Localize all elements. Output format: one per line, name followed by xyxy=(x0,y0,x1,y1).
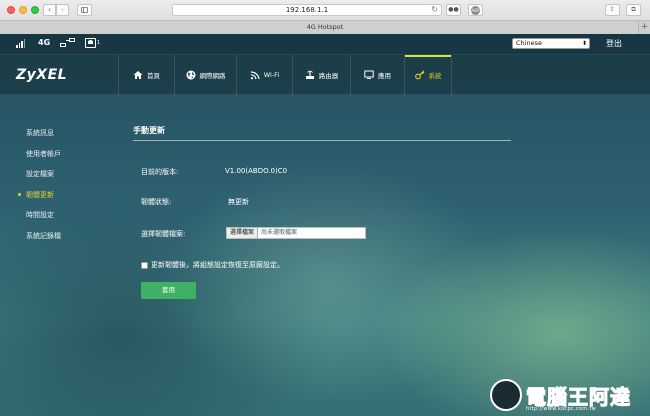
sidebar-item-firmware-update[interactable]: 韌體更新 xyxy=(18,190,61,211)
firmware-status-value: 無更新 xyxy=(228,198,249,206)
restore-defaults-checkbox[interactable] xyxy=(141,261,148,269)
signal-strength-icon xyxy=(16,39,26,48)
tab-title[interactable]: 4G Hotspot xyxy=(307,23,344,31)
browser-chrome: ‹ › 192.168.1.1 ↻ ●● ABP ⇧ ⧉ 4G Hotspot … xyxy=(0,0,650,34)
back-button[interactable]: ‹ xyxy=(43,4,56,16)
brand-logo: ZyXEL xyxy=(16,67,68,83)
menu-label: Wi-Fi xyxy=(263,71,280,79)
menu-label: 首頁 xyxy=(147,72,160,80)
sidebar-item-system-log[interactable]: 系統記錄檔 xyxy=(26,231,61,252)
reload-icon[interactable]: ↻ xyxy=(431,5,438,15)
restore-defaults-label: 更新韌體後，將組態設定恢復至原廠設定。 xyxy=(151,261,284,269)
forward-button[interactable]: › xyxy=(56,4,69,16)
new-tab-button[interactable]: + xyxy=(638,21,650,34)
main-menu: 首頁 網際網路 Wi-Fi 路由器 應用 系統 xyxy=(118,55,452,95)
close-window-button[interactable] xyxy=(7,6,15,14)
select-firmware-label: 選擇韌體檔案: xyxy=(141,230,186,238)
sms-count: 1 xyxy=(97,40,101,46)
sidebar-item-user-account[interactable]: 使用者帳戶 xyxy=(26,149,61,170)
network-type: 4G xyxy=(38,38,51,47)
current-version-label: 目前的版本: xyxy=(141,168,179,176)
share-button[interactable]: ⇧ xyxy=(605,4,620,16)
menu-label: 路由器 xyxy=(318,72,339,80)
share-icon: ⇧ xyxy=(609,6,616,13)
apply-button[interactable]: 套用 xyxy=(141,282,196,299)
chevron-updown-icon: ⬍ xyxy=(581,40,587,47)
zoom-window-button[interactable] xyxy=(31,6,39,14)
status-bar: 4G 1 Chinese ⬍ 登出 xyxy=(0,34,650,54)
language-value: Chinese xyxy=(516,39,542,47)
menu-item-internet[interactable]: 網際網路 xyxy=(174,55,236,95)
menu-item-home[interactable]: 首頁 xyxy=(118,55,174,95)
router-icon xyxy=(305,70,315,80)
home-icon xyxy=(133,70,143,80)
language-select[interactable]: Chinese ⬍ xyxy=(512,38,590,49)
restore-defaults-option[interactable]: 更新韌體後，將組態設定恢復至原廠設定。 xyxy=(141,260,284,270)
site-watermark: 電腦王阿達 http://www.kocpc.com.tw xyxy=(490,379,648,415)
address-bar[interactable]: 192.168.1.1 ↻ xyxy=(172,4,442,16)
section-title: 手動更新 xyxy=(133,126,165,135)
globe-icon xyxy=(186,70,196,80)
url-text: 192.168.1.1 xyxy=(285,6,329,14)
sidebar-item-config-file[interactable]: 設定檔案 xyxy=(26,169,61,190)
sidebar-icon xyxy=(81,7,88,13)
tabs-icon: ⧉ xyxy=(631,6,636,13)
sms-icon[interactable] xyxy=(85,38,96,48)
sidebar-item-time-settings[interactable]: 時間設定 xyxy=(26,210,61,231)
side-nav: 系統訊息 使用者帳戶 設定檔案 韌體更新 時間設定 系統記錄檔 xyxy=(18,128,61,252)
chevron-right-icon: › xyxy=(60,5,65,14)
logout-link[interactable]: 登出 xyxy=(606,38,622,49)
router-page: 4G 1 Chinese ⬍ 登出 ZyXEL 首頁 網際網路 Wi-Fi 路由… xyxy=(0,34,650,416)
main-header: ZyXEL 首頁 網際網路 Wi-Fi 路由器 應用 系統 xyxy=(0,54,650,95)
puzzle-icon: ●● xyxy=(448,6,459,13)
menu-item-wifi[interactable]: Wi-Fi xyxy=(236,55,292,95)
network-icon xyxy=(60,38,76,48)
choose-file-button[interactable]: 選擇檔案 xyxy=(227,228,259,238)
menu-label: 應用 xyxy=(378,72,391,80)
wifi-icon xyxy=(250,70,260,80)
adblock-button[interactable]: ABP xyxy=(468,4,483,16)
chevron-left-icon: ‹ xyxy=(47,5,52,14)
monitor-icon xyxy=(364,70,374,80)
tab-bar: 4G Hotspot + xyxy=(0,20,650,34)
menu-label: 網際網路 xyxy=(199,72,226,80)
menu-item-router[interactable]: 路由器 xyxy=(292,55,350,95)
firmware-file-input[interactable]: 選擇檔案 尚未選取檔案 xyxy=(226,227,366,239)
key-icon xyxy=(414,70,425,80)
menu-item-applications[interactable]: 應用 xyxy=(350,55,404,95)
menu-label: 系統 xyxy=(428,72,442,80)
show-tabs-button[interactable]: ⧉ xyxy=(626,4,641,16)
mascot-logo xyxy=(490,379,522,411)
no-file-text: 尚未選取檔案 xyxy=(261,229,298,236)
section-divider xyxy=(133,140,511,141)
adblock-icon: ABP xyxy=(471,5,480,15)
minimize-window-button[interactable] xyxy=(19,6,27,14)
menu-item-system[interactable]: 系統 xyxy=(404,55,452,95)
sidebar-item-system-info[interactable]: 系統訊息 xyxy=(26,128,61,149)
current-version-value: V1.00(ABDO.0)C0 xyxy=(225,167,288,175)
extension-button[interactable]: ●● xyxy=(446,4,461,16)
sidebar-toggle-button[interactable] xyxy=(77,4,92,16)
watermark-url: http://www.kocpc.com.tw xyxy=(526,406,596,412)
firmware-status-label: 韌體狀態: xyxy=(141,198,172,206)
